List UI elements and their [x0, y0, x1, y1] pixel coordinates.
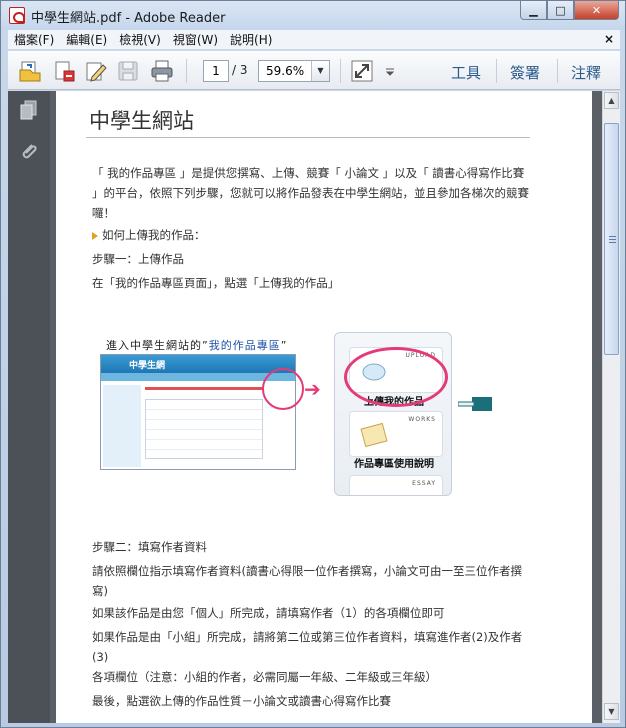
page-title: 中學生網站	[89, 109, 194, 133]
window-title: 中學生網站.pdf - Adobe Reader	[31, 11, 226, 26]
toolbar-separator	[557, 59, 558, 83]
notebook-icon	[360, 422, 388, 448]
works-label: 作品專區使用說明	[354, 459, 434, 470]
pointing-hand-icon	[458, 397, 492, 411]
adobe-reader-icon	[9, 7, 25, 24]
maximize-button[interactable]: □	[547, 1, 574, 20]
close-document-button[interactable]: ×	[604, 32, 614, 46]
how-to-text: 如何上傳我的作品：	[102, 228, 206, 242]
page-thumbnails-icon[interactable]	[18, 99, 40, 121]
toolbar-separator	[340, 59, 341, 83]
toolbar-separator	[496, 59, 497, 83]
reader-window: 中學生網站.pdf - Adobe Reader ▁ □ ✕ 檔案(F) 編輯(…	[0, 0, 626, 728]
print-icon[interactable]	[150, 59, 174, 83]
open-file-icon[interactable]	[18, 59, 42, 83]
toolbar: 1 / 3 59.6% ▼ 工具 簽署 注釋	[8, 50, 620, 90]
navigation-panel	[8, 91, 50, 723]
website-screenshot: 中學生網	[100, 354, 296, 470]
toolbar-overflow-icon[interactable]	[384, 59, 396, 83]
fit-page-icon[interactable]	[350, 59, 374, 83]
step-two-text-1: 請依照欄位指示填寫作者資料(讀書心得限一位作者撰寫，小論文可由一至三位作者撰寫)	[92, 564, 522, 598]
save-icon[interactable]	[116, 59, 140, 83]
pdf-page: 中學生網站 「 我的作品專區 」是提供您撰寫、上傳、競賽「 小論文 」以及「 讀…	[56, 91, 592, 723]
upload-highlight-circle	[344, 347, 448, 407]
menu-bar: 檔案(F) 編輯(E) 檢視(V) 視窗(W) 說明(H) ×	[8, 30, 620, 49]
comment-link[interactable]: 注釋	[571, 62, 601, 83]
menu-view[interactable]: 檢視(V)	[113, 31, 167, 48]
menu-help[interactable]: 說明(H)	[224, 31, 278, 48]
page-total-label: / 3	[232, 63, 248, 77]
close-button[interactable]: ✕	[574, 1, 619, 20]
works-tag: WORKS	[408, 416, 436, 423]
zoom-value: 59.6%	[266, 64, 305, 78]
tools-link[interactable]: 工具	[451, 62, 481, 83]
essay-tag: ESSAY	[412, 480, 436, 487]
step-two-text-2: 如果該作品是由您「個人」所完成，請填寫作者（1）的各項欄位即可	[92, 606, 445, 620]
window-controls: ▁ □ ✕	[520, 1, 619, 20]
menu-edit[interactable]: 編輯(E)	[60, 31, 113, 48]
how-to-heading: 如何上傳我的作品：	[92, 225, 532, 245]
arrow-right-icon: ➔	[304, 377, 321, 401]
highlight-circle	[262, 368, 304, 410]
zoom-select[interactable]: 59.6% ▼	[258, 60, 330, 82]
attachment-icon[interactable]	[18, 141, 40, 163]
step-one-heading: 步驟一：上傳作品	[92, 252, 184, 266]
sign-link[interactable]: 簽署	[510, 62, 540, 83]
step-two-text-3: 如果作品是由「小組」所完成，請將第二位或第三位作者資料，填寫進作者(2)及作者(…	[92, 630, 523, 664]
website-screenshot-table	[145, 399, 263, 459]
illustration-caption: 進入中學生網站的”我的作品專區”	[106, 337, 287, 353]
chevron-down-icon[interactable]: ▼	[311, 61, 329, 81]
illustration-caption-highlight: 我的作品專區	[208, 339, 281, 352]
bullet-icon	[92, 231, 98, 240]
toolbar-separator	[186, 59, 187, 83]
step-one-text: 在「我的作品專區頁面」，點選「上傳我的作品」	[92, 276, 340, 290]
illustration-caption-prefix: 進入中學生網站的”	[106, 339, 209, 352]
page-number-input[interactable]: 1	[203, 60, 229, 82]
scroll-grip	[609, 239, 616, 240]
works-tile: WORKS	[349, 411, 443, 457]
step-two-heading: 步驟二：填寫作者資料	[92, 540, 207, 554]
illustration-caption-suffix: ”	[280, 339, 288, 352]
scroll-grip	[609, 242, 616, 243]
scroll-grip	[609, 236, 616, 237]
scroll-thumb[interactable]	[604, 123, 619, 355]
title-bar[interactable]: 中學生網站.pdf - Adobe Reader ▁ □ ✕	[1, 1, 625, 30]
scroll-down-button[interactable]: ▼	[604, 703, 619, 720]
create-pdf-icon[interactable]	[52, 59, 76, 83]
sign-edit-icon[interactable]	[84, 59, 108, 83]
document-viewport[interactable]: 中學生網站 「 我的作品專區 」是提供您撰寫、上傳、競賽「 小論文 」以及「 讀…	[50, 91, 602, 723]
menu-window[interactable]: 視窗(W)	[167, 31, 224, 48]
step-two-text-5: 最後，點選欲上傳的作品性質－小論文或讀書心得寫作比賽	[92, 694, 391, 708]
vertical-scrollbar[interactable]: ▲ ▼	[602, 91, 620, 723]
menu-file[interactable]: 檔案(F)	[8, 31, 60, 48]
website-screenshot-header: 中學生網	[101, 355, 295, 373]
essay-tile: ESSAY	[349, 475, 443, 495]
intro-paragraph: 「 我的作品專區 」是提供您撰寫、上傳、競賽「 小論文 」以及「 讀書心得寫作比…	[92, 166, 529, 220]
step-two-text-4: 各項欄位（注意：小組的作者，必需同屬一年級、二年級或三年級）	[92, 670, 437, 684]
scroll-up-button[interactable]: ▲	[604, 92, 619, 109]
website-screenshot-notice	[145, 387, 263, 390]
website-screenshot-sidebar	[103, 385, 141, 467]
title-divider	[86, 137, 530, 138]
minimize-button[interactable]: ▁	[520, 1, 547, 20]
